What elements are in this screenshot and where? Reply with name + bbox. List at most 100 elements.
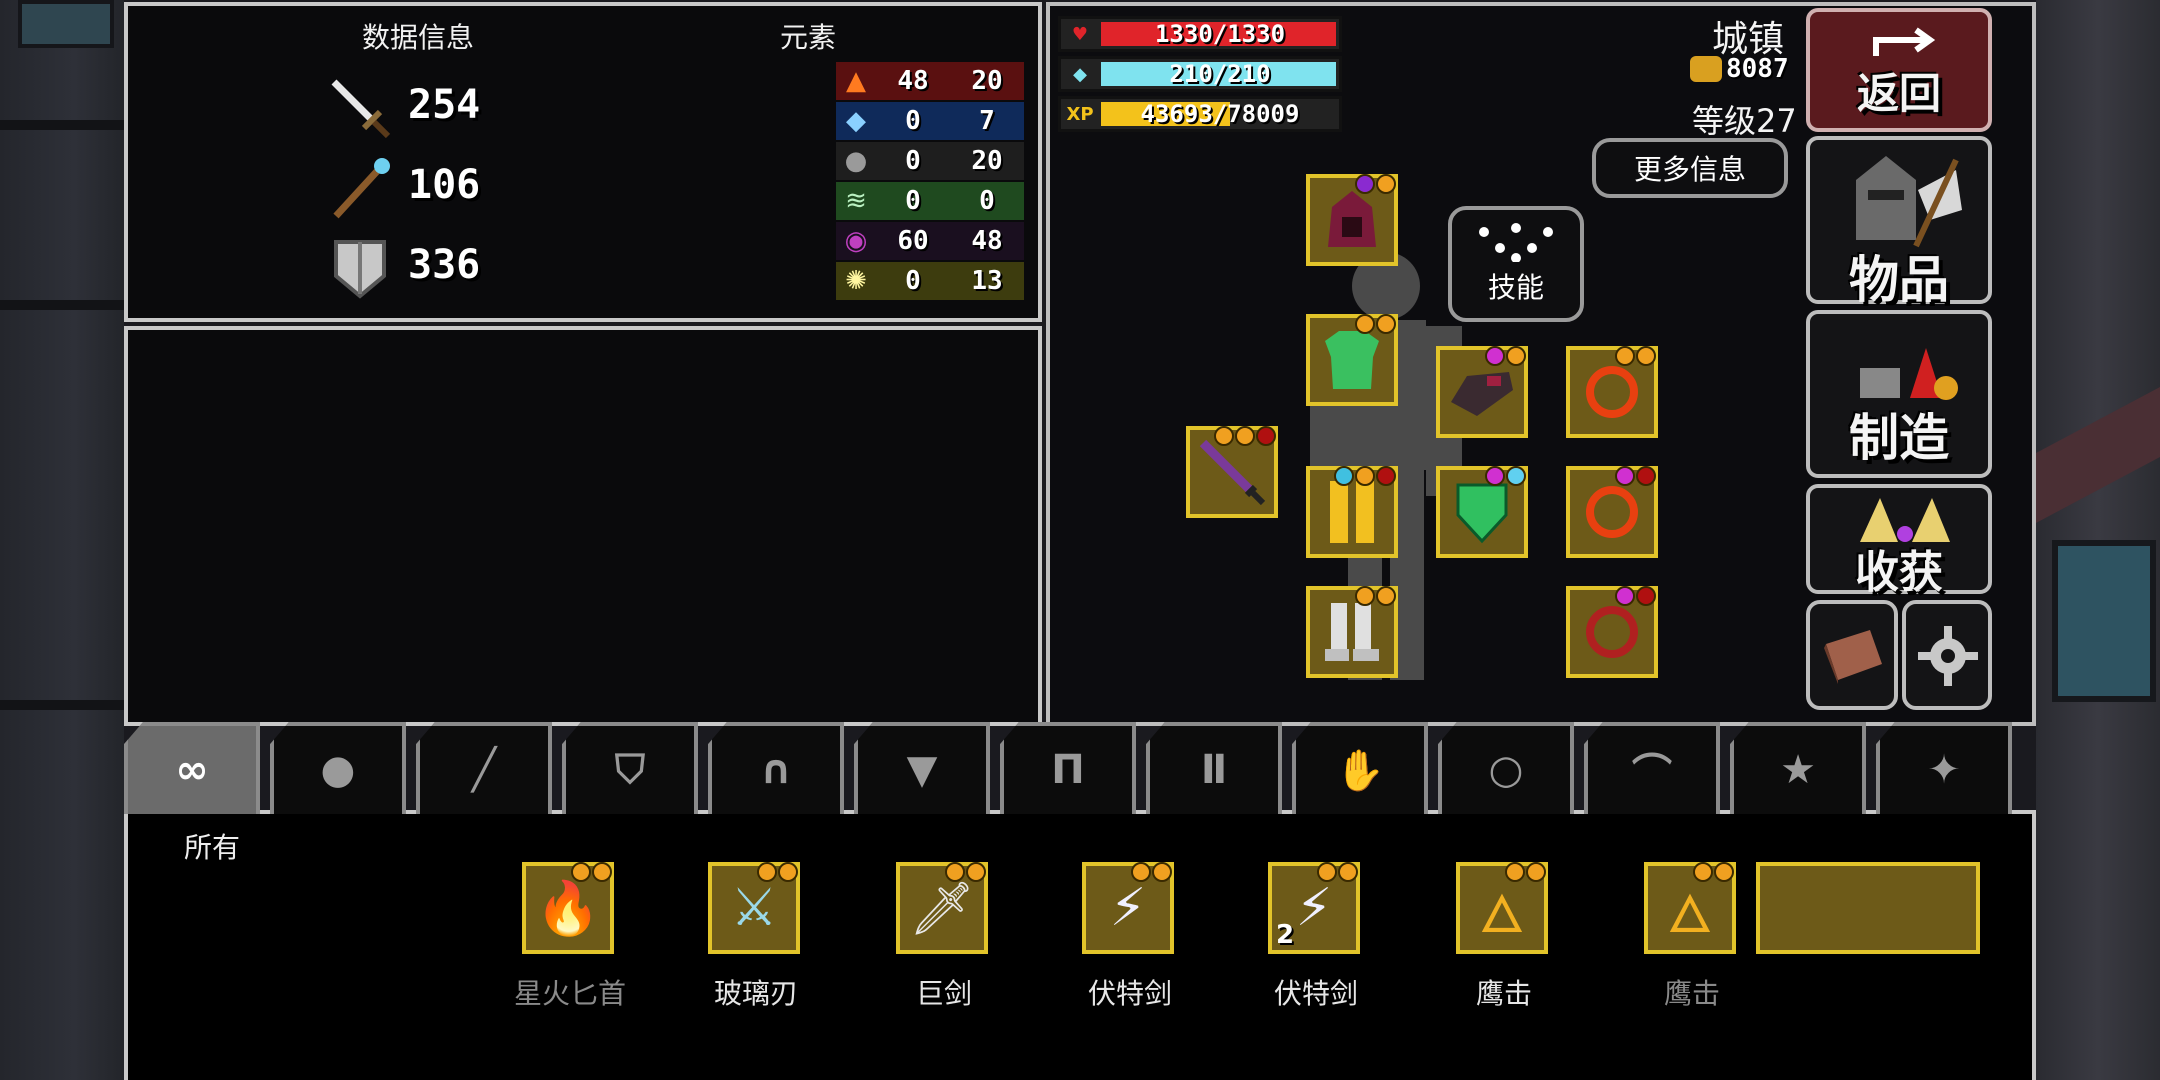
element-value: 7 — [979, 106, 995, 136]
item-slot[interactable]: 🜂 — [1644, 862, 1736, 954]
background-window — [2052, 540, 2156, 702]
item-slot[interactable]: ⚔ — [708, 862, 800, 954]
hp-text: 1330/1330 — [1154, 20, 1286, 48]
element-row: ✺ 0 13 — [836, 262, 1024, 300]
emerald-shield-icon — [1456, 483, 1508, 544]
item-slot[interactable]: ⚡ — [1082, 862, 1174, 954]
return-arrow-icon — [1873, 27, 1936, 56]
more-info-button[interactable]: 更多信息 — [1592, 138, 1788, 198]
inventory-item[interactable]: ⚔ 玻璃刃 — [708, 862, 804, 1010]
weapon-icon: ⚡ — [1295, 878, 1333, 938]
hp-bar: ♥ 1330/1330 — [1058, 16, 1342, 52]
xp-text: 43693/78009 — [1140, 100, 1300, 128]
book-icon — [1824, 630, 1882, 684]
element-value: 13 — [971, 266, 1003, 296]
gem-sockets — [1614, 466, 1656, 486]
gem-sockets — [1614, 586, 1656, 606]
inventory-item[interactable]: 🜂 鹰击 — [1456, 862, 1552, 1010]
background-beam — [0, 120, 124, 130]
mp-text: 210/210 — [1169, 60, 1271, 88]
legs-slot[interactable] — [1306, 466, 1398, 558]
background-beam — [0, 700, 124, 710]
gloves-icon: ✋ — [1335, 747, 1385, 794]
item-slot[interactable]: 🔥 — [522, 862, 614, 954]
weapon-slot[interactable] — [1186, 426, 1278, 518]
tab-amulet[interactable]: ⌒ — [1584, 722, 1720, 814]
craft-button[interactable]: 制造 — [1806, 310, 1992, 478]
ring-slot-2[interactable] — [1566, 466, 1658, 558]
boots-icon — [1325, 603, 1379, 661]
tab-consumable[interactable]: ● — [270, 722, 406, 814]
staff-icon — [333, 158, 390, 219]
pants-icon: Π — [1051, 747, 1085, 793]
item-slot[interactable]: ⚡ 2 — [1268, 862, 1360, 954]
tab-staff[interactable]: ✦ — [1876, 722, 2012, 814]
chest-slot[interactable] — [1306, 314, 1398, 406]
tab-ring[interactable]: ○ — [1438, 722, 1574, 814]
tab-boots[interactable]: Ⅱ — [1146, 722, 1282, 814]
heart-icon: ♥ — [1071, 23, 1089, 45]
item-name: 星火匕首 — [513, 977, 626, 1010]
shield-slot[interactable] — [1436, 466, 1528, 558]
boots-slot[interactable] — [1306, 586, 1398, 678]
item-name: 伏特剑 — [1273, 977, 1358, 1010]
ring-slot-1[interactable] — [1566, 346, 1658, 438]
shield-icon: ⛉ — [615, 747, 645, 793]
tab-helmet[interactable]: ∩ — [708, 722, 844, 814]
dark-icon: ◉ — [844, 226, 868, 256]
skills-button[interactable]: 技能 — [1448, 206, 1584, 322]
gloves-slot[interactable] — [1436, 346, 1528, 438]
details-panel — [124, 326, 1042, 726]
item-slot[interactable]: 🜂 — [1456, 862, 1548, 954]
inventory-item[interactable]: 🗡 巨剑 — [896, 862, 992, 1010]
gem-sockets — [944, 862, 986, 882]
ring-icon: ○ — [1488, 747, 1524, 793]
helmet-slot[interactable] — [1306, 174, 1398, 266]
stats-title: 数据信息 — [362, 21, 475, 54]
helmet-axe-icon — [1856, 156, 1962, 248]
amulet-slot[interactable] — [1566, 586, 1658, 678]
boots-icon: Ⅱ — [1200, 747, 1228, 793]
items-button[interactable]: 物品 — [1806, 136, 1992, 309]
all-icon: ∞ — [175, 747, 209, 793]
back-button[interactable]: 返回 — [1806, 8, 1992, 132]
harvest-button[interactable]: 收获 — [1806, 484, 1992, 598]
tab-shield[interactable]: ⛉ — [562, 722, 698, 814]
gem-sockets — [1354, 314, 1396, 334]
element-value: 0 — [905, 146, 921, 176]
element-row: ◆ 0 7 — [836, 102, 1024, 140]
skill-tree-icon — [1479, 223, 1553, 262]
item-name: 鹰击 — [1475, 977, 1532, 1010]
xp-icon: XP — [1066, 103, 1094, 125]
armor-icon: ▼ — [906, 747, 938, 793]
tab-weapon[interactable]: ╱ — [416, 722, 552, 814]
gem-sockets — [1354, 586, 1396, 606]
tab-favorite[interactable]: ★ — [1730, 722, 1866, 814]
inventory-item[interactable]: 🜂 鹰击 — [1644, 862, 1740, 1010]
tab-pants[interactable]: Π — [1000, 722, 1136, 814]
tab-gloves[interactable]: ✋ — [1292, 722, 1428, 814]
tab-all[interactable]: ∞ — [124, 722, 260, 814]
wind-icon: ≋ — [845, 186, 867, 216]
settings-button[interactable] — [1902, 600, 1992, 710]
inventory-item[interactable]: ⚡ 伏特剑 — [1082, 862, 1178, 1010]
inventory-item[interactable]: ⚡ 2 伏特剑 — [1268, 862, 1364, 1010]
stacked-items-slot[interactable] — [1756, 862, 1980, 954]
item-name: 鹰击 — [1663, 977, 1720, 1010]
ice-icon: ◆ — [846, 106, 866, 136]
element-value: 0 — [905, 186, 921, 216]
weapon-icon: ╱ — [471, 747, 497, 793]
journal-button[interactable] — [1806, 600, 1898, 710]
golden-greaves-icon — [1330, 481, 1374, 543]
tab-armor[interactable]: ▼ — [854, 722, 990, 814]
item-slot[interactable]: 🗡 — [896, 862, 988, 954]
sword-icon — [331, 79, 391, 139]
crafting-tools-icon — [1860, 348, 1958, 400]
element-value: 0 — [979, 186, 995, 216]
rock-icon: ● — [844, 146, 868, 176]
background-window — [18, 0, 114, 48]
item-name: 玻璃刃 — [713, 977, 798, 1010]
light-icon: ✺ — [845, 266, 867, 296]
inventory-item[interactable]: 🔥 星火匕首 — [514, 862, 626, 1010]
consumable-icon: ● — [320, 747, 356, 793]
